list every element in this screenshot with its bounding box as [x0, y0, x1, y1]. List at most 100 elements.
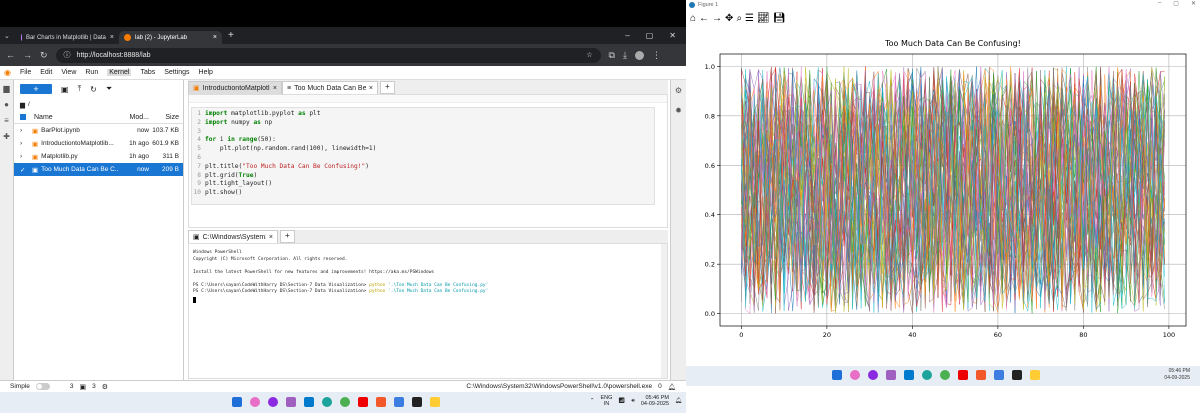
- copilot-icon[interactable]: [250, 397, 260, 407]
- file-checkbox[interactable]: ›: [20, 127, 28, 134]
- forward-icon[interactable]: →: [712, 13, 722, 24]
- folder-icon[interactable]: ▆: [20, 101, 25, 109]
- reload-icon[interactable]: ↻: [40, 50, 48, 61]
- wifi-icon[interactable]: 📶︎: [618, 398, 625, 404]
- python-icon[interactable]: [430, 397, 440, 407]
- menu-tabs[interactable]: Tabs: [140, 69, 155, 76]
- plot-canvas[interactable]: Too Much Data Can Be Confusing! 0 20 40 60 80…: [686, 26, 1200, 366]
- new-launcher-button[interactable]: +: [20, 84, 52, 94]
- maximize-icon[interactable]: ▢: [1173, 0, 1179, 7]
- maximize-icon[interactable]: ▢: [646, 31, 654, 40]
- menu-settings[interactable]: Settings: [164, 69, 189, 76]
- menu-kernel[interactable]: Kernel: [107, 69, 132, 76]
- chrome-icon[interactable]: [340, 397, 350, 407]
- menu-icon[interactable]: ⋮: [652, 50, 661, 61]
- new-tab-button[interactable]: +: [228, 30, 234, 41]
- simple-mode-toggle[interactable]: [35, 383, 50, 390]
- kernel-count[interactable]: 3: [92, 383, 96, 390]
- tab-powershell[interactable]: ▣ C:\Windows\System32\W ×: [188, 230, 278, 243]
- notification-bell-icon[interactable]: 🔔︎: [668, 383, 676, 391]
- menu-view[interactable]: View: [61, 69, 76, 76]
- close-tab-icon[interactable]: ×: [269, 234, 273, 241]
- brave-icon[interactable]: [976, 370, 986, 380]
- browser-tab-2[interactable]: lab (2) - JupyterLab ×: [119, 31, 222, 44]
- new-tab-button[interactable]: +: [380, 81, 395, 94]
- tray-chevron-icon[interactable]: ⌃: [590, 398, 595, 404]
- tab-too-much-data[interactable]: ≡ Too Much Data Can Be C ×: [282, 81, 378, 94]
- edge-icon[interactable]: [322, 397, 332, 407]
- browser-tab-1[interactable]: Bar Charts in Matplotlib | Data ×: [16, 31, 119, 44]
- vscode-icon[interactable]: [904, 370, 914, 380]
- menu-file[interactable]: File: [20, 69, 31, 76]
- column-name-header[interactable]: Name: [34, 114, 115, 121]
- browser-app-icon[interactable]: [868, 370, 878, 380]
- extensions-icon[interactable]: ⧉: [609, 50, 615, 61]
- breadcrumb-path[interactable]: /: [28, 101, 30, 108]
- refresh-icon[interactable]: ↻: [90, 85, 97, 94]
- whatsapp-icon[interactable]: [994, 370, 1004, 380]
- pan-icon[interactable]: ✥: [725, 13, 733, 24]
- terminal-app-icon[interactable]: [1012, 370, 1022, 380]
- new-terminal-button[interactable]: +: [280, 230, 295, 243]
- file-checkbox[interactable]: ›: [20, 153, 28, 160]
- debugger-icon[interactable]: ✹: [671, 100, 686, 120]
- edge-icon[interactable]: [922, 370, 932, 380]
- terminal-output[interactable]: Windows PowerShell Copyright (C) Microsof…: [188, 243, 668, 379]
- edit-axis-icon[interactable]: 📈︎: [757, 13, 770, 24]
- extension-icon[interactable]: ✚: [0, 128, 13, 144]
- back-icon[interactable]: ←: [6, 50, 15, 60]
- folder-icon[interactable]: ▆: [0, 80, 13, 96]
- close-window-icon[interactable]: ✕: [669, 31, 676, 40]
- tab-search-icon[interactable]: ⌄: [4, 32, 16, 40]
- whatsapp-icon[interactable]: [394, 397, 404, 407]
- start-icon[interactable]: [232, 397, 242, 407]
- notification-center-icon[interactable]: 🔔︎: [675, 398, 682, 404]
- file-row[interactable]: › ▣ IntroductiontoMatplotlib... 1h ago 601.9…: [14, 137, 183, 150]
- zoom-icon[interactable]: ⌕: [736, 13, 742, 24]
- back-icon[interactable]: ←: [699, 13, 709, 24]
- select-all-checkbox[interactable]: [20, 114, 26, 120]
- column-size-header[interactable]: Size: [149, 114, 183, 121]
- close-window-icon[interactable]: ✕: [1191, 0, 1196, 7]
- volume-icon[interactable]: 🔊︎: [631, 398, 634, 405]
- browser-app-icon[interactable]: [268, 397, 278, 407]
- clock[interactable]: 05:46 PM 04-09-2025: [641, 395, 669, 407]
- file-row[interactable]: ✓ ▣ Too Much Data Can Be C... now 209 B: [14, 163, 183, 176]
- start-icon[interactable]: [832, 370, 842, 380]
- notes-app-icon[interactable]: [886, 370, 896, 380]
- file-checkbox[interactable]: ✓: [20, 166, 28, 174]
- running-icon[interactable]: ●: [0, 96, 13, 112]
- download-icon[interactable]: ⤓: [623, 50, 627, 61]
- home-icon[interactable]: ⌂: [690, 13, 696, 24]
- menu-help[interactable]: Help: [199, 69, 213, 76]
- close-tab-icon[interactable]: ×: [273, 85, 277, 92]
- clock[interactable]: 05:46 PM 04-09-2025: [1164, 368, 1190, 382]
- url-field[interactable]: ⓘ http://localhost:8888/lab ☆: [55, 47, 601, 63]
- bookmark-star-icon[interactable]: ☆: [586, 51, 592, 59]
- terminal-count[interactable]: 3: [70, 383, 74, 390]
- terminal-app-icon[interactable]: [412, 397, 422, 407]
- language-indicator[interactable]: ENG IN: [601, 395, 613, 407]
- menu-edit[interactable]: Edit: [40, 69, 52, 76]
- file-row[interactable]: › ▣ BarPlot.ipynb now 103.7 KB: [14, 124, 183, 137]
- close-tab-icon[interactable]: ×: [213, 34, 217, 41]
- minimize-icon[interactable]: –: [625, 31, 629, 40]
- brave-icon[interactable]: [376, 397, 386, 407]
- new-folder-icon[interactable]: ▣: [61, 85, 69, 94]
- property-inspector-icon[interactable]: ⚙: [671, 80, 686, 100]
- menu-run[interactable]: Run: [85, 69, 98, 76]
- save-icon[interactable]: 💾︎: [773, 13, 786, 24]
- site-info-icon[interactable]: ⓘ: [64, 50, 71, 60]
- column-modified-header[interactable]: Mod...: [115, 114, 149, 121]
- profile-avatar[interactable]: [634, 50, 644, 60]
- code-editor[interactable]: 1 import matplotlib.pyplot as plt 2 import …: [191, 107, 655, 205]
- minimize-icon[interactable]: –: [1158, 0, 1161, 7]
- tab-introduction-notebook[interactable]: ▣ IntroductiontoMatplotlib ×: [188, 81, 282, 94]
- subplots-config-icon[interactable]: ☰: [745, 13, 754, 24]
- file-checkbox[interactable]: ›: [20, 140, 28, 147]
- upload-icon[interactable]: ⤒: [78, 84, 82, 94]
- close-tab-icon[interactable]: ×: [110, 34, 114, 41]
- file-row[interactable]: › ▣ Matplotlib.py 1h ago 311 B: [14, 150, 183, 163]
- vscode-icon[interactable]: [304, 397, 314, 407]
- toc-icon[interactable]: ≡: [0, 112, 13, 128]
